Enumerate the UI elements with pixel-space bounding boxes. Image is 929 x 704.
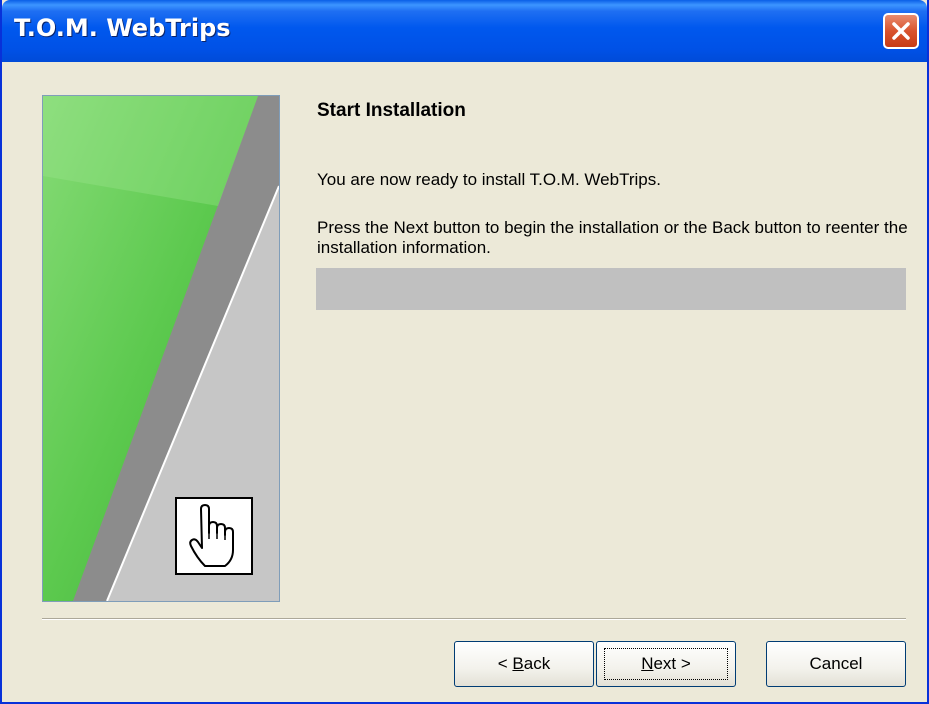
next-accelerator: N (641, 654, 654, 673)
button-separator (42, 618, 906, 620)
next-focus-rect: Next > (604, 648, 728, 680)
title-bar[interactable]: T.O.M. WebTrips (2, 0, 927, 62)
instructions-text: Press the Next button to begin the insta… (317, 218, 908, 257)
next-label: ext > (653, 654, 691, 673)
pointing-hand-icon (189, 504, 234, 567)
close-icon (892, 22, 910, 40)
hand-frame (175, 497, 253, 575)
back-accelerator: B (512, 654, 524, 673)
close-button[interactable] (883, 13, 919, 49)
page-heading: Start Installation (317, 100, 466, 121)
back-prefix: < (497, 654, 513, 673)
cancel-button[interactable]: Cancel (766, 641, 906, 687)
installer-window: T.O.M. WebTrips Start Installation You a… (0, 0, 929, 704)
ready-text: You are now ready to install T.O.M. WebT… (317, 170, 661, 189)
next-button[interactable]: Next > (596, 641, 736, 687)
back-label: ack (523, 654, 551, 673)
wizard-banner-image (42, 95, 280, 602)
window-title: T.O.M. WebTrips (14, 14, 231, 42)
back-button[interactable]: < Back (454, 641, 594, 687)
progress-bar (316, 268, 906, 310)
